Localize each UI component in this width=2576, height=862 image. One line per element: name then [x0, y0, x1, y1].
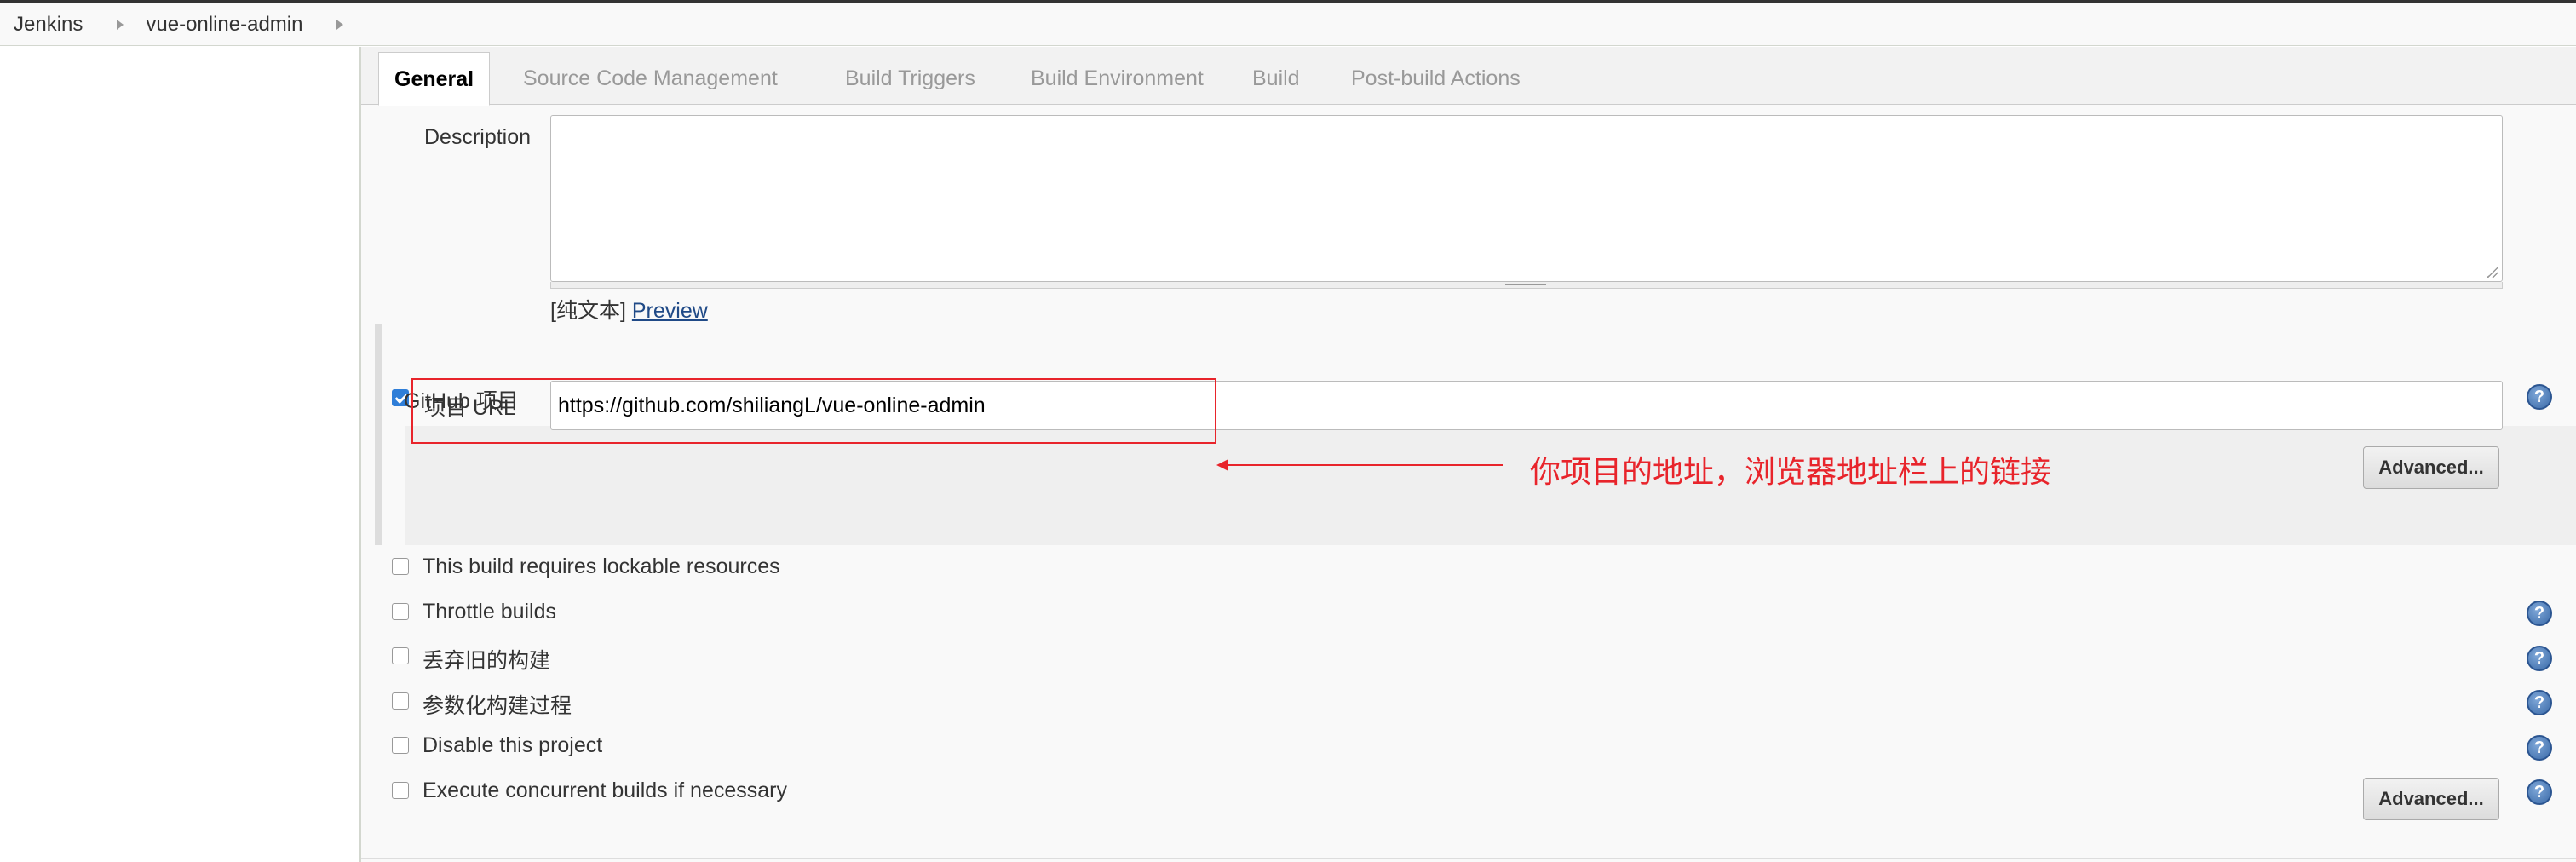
sidebar [0, 47, 359, 862]
chevron-right-icon[interactable] [117, 19, 124, 30]
annotation-text: 你项目的地址，浏览器地址栏上的链接 [1530, 454, 2052, 489]
help-icon[interactable]: ? [2527, 646, 2552, 671]
help-icon[interactable]: ? [2527, 384, 2552, 410]
parameterized-build-label: 参数化构建过程 [423, 694, 572, 718]
general-advanced-button[interactable]: Advanced... [2363, 778, 2499, 820]
lockable-resources-label: This build requires lockable resources [423, 555, 780, 578]
discard-old-builds-checkbox[interactable] [392, 647, 409, 664]
throttle-builds-checkbox[interactable] [392, 603, 409, 620]
discard-old-builds-label: 丢弃旧的构建 [423, 649, 551, 673]
textarea-resize-bar[interactable] [550, 282, 2503, 289]
description-textarea[interactable] [550, 115, 2503, 282]
disable-project-checkbox[interactable] [392, 737, 409, 754]
parameterized-build-checkbox[interactable] [392, 692, 409, 710]
annotation-arrow [1222, 464, 1503, 466]
github-advanced-button[interactable]: Advanced... [2363, 446, 2499, 489]
tab-build-environment[interactable]: Build Environment [1015, 52, 1219, 105]
project-url-label: 项目 URL [424, 396, 515, 420]
highlight-box [411, 378, 1216, 444]
tab-post-build-actions[interactable]: Post-build Actions [1336, 52, 1536, 105]
section-gutter [375, 324, 382, 545]
config-panel: General Source Code Management Build Tri… [359, 47, 2576, 862]
throttle-builds-label: Throttle builds [423, 600, 557, 624]
tab-build-triggers[interactable]: Build Triggers [830, 52, 991, 105]
preview-row: [纯文本] Preview [550, 294, 708, 325]
section-divider [361, 858, 2576, 859]
help-icon[interactable]: ? [2527, 601, 2552, 626]
breadcrumb-jenkins[interactable]: Jenkins [0, 13, 83, 37]
tab-source-code-management[interactable]: Source Code Management [508, 52, 793, 105]
help-icon[interactable]: ? [2527, 690, 2552, 715]
tab-build[interactable]: Build [1237, 52, 1315, 105]
project-url-row [405, 426, 2576, 545]
lockable-resources-checkbox[interactable] [392, 558, 409, 575]
disable-project-label: Disable this project [423, 733, 603, 757]
resize-grip-icon[interactable] [2487, 266, 2498, 278]
breadcrumb-project[interactable]: vue-online-admin [146, 13, 302, 37]
tab-bar: General Source Code Management Build Tri… [361, 47, 2576, 106]
description-label: Description [424, 125, 532, 149]
concurrent-builds-label: Execute concurrent builds if necessary [423, 779, 787, 802]
format-text: [纯文本] [550, 299, 626, 323]
breadcrumb: Jenkins vue-online-admin [0, 3, 2576, 46]
help-icon[interactable]: ? [2527, 779, 2552, 805]
preview-link[interactable]: Preview [632, 299, 708, 323]
concurrent-builds-checkbox[interactable] [392, 782, 409, 799]
tab-general[interactable]: General [378, 52, 491, 106]
help-icon[interactable]: ? [2527, 735, 2552, 761]
arrow-left-icon [1216, 459, 1228, 471]
chevron-right-icon[interactable] [336, 19, 344, 30]
